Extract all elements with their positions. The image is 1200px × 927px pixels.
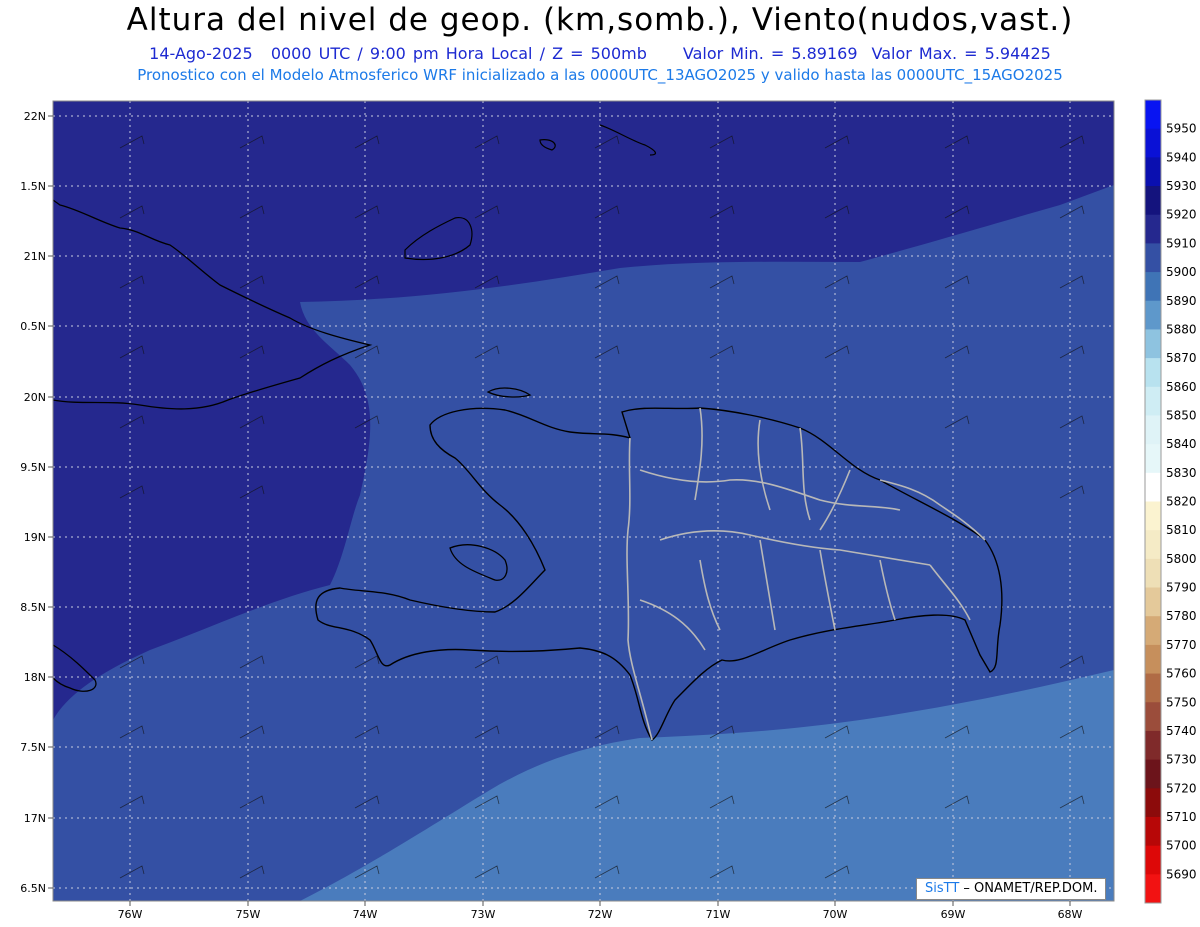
- colorbar-label: 5800: [1166, 552, 1197, 566]
- colorbar-swatch: [1145, 788, 1161, 818]
- colorbar-swatch: [1145, 845, 1161, 875]
- lon-label: 74W: [353, 908, 378, 921]
- colorbar-label: 5810: [1166, 523, 1197, 537]
- colorbar-swatch: [1145, 415, 1161, 445]
- colorbar-swatch: [1145, 186, 1161, 216]
- colorbar-swatch: [1145, 616, 1161, 646]
- colorbar-label: 5780: [1166, 609, 1197, 623]
- colorbar-label: 5730: [1166, 753, 1197, 767]
- colorbar-swatch: [1145, 501, 1161, 531]
- lat-label: 21N: [24, 250, 46, 263]
- colorbar-swatch: [1145, 530, 1161, 560]
- lat-label: 9.5N: [20, 461, 46, 474]
- lon-label: 68W: [1058, 908, 1083, 921]
- colorbar-label: 5700: [1166, 839, 1197, 853]
- colorbar-label: 5870: [1166, 351, 1197, 365]
- colorbar-label: 5930: [1166, 179, 1197, 193]
- credit-box: SisTT – ONAMET/REP.DOM.: [916, 878, 1107, 900]
- lon-label: 73W: [471, 908, 496, 921]
- colorbar-swatch: [1145, 386, 1161, 416]
- colorbar-swatch: [1145, 157, 1161, 187]
- colorbar-label: 5770: [1166, 638, 1197, 652]
- colorbar-label: 5850: [1166, 408, 1197, 422]
- colorbar-label: 5750: [1166, 695, 1197, 709]
- colorbar-swatch: [1145, 300, 1161, 330]
- lat-label: 7.5N: [20, 741, 46, 754]
- colorbar-swatch: [1145, 358, 1161, 388]
- lat-label: 0.5N: [20, 320, 46, 333]
- map-canvas: 22N 1.5N 21N 0.5N 20N 9.5N 19N 8.5N 18N …: [20, 99, 1197, 921]
- colorbar-label: 5820: [1166, 495, 1197, 509]
- colorbar-label: 5760: [1166, 667, 1197, 681]
- lat-label: 22N: [24, 110, 46, 123]
- sistt-logo: SisTT: [925, 881, 960, 896]
- lon-label: 75W: [236, 908, 261, 921]
- lon-label: 69W: [941, 908, 966, 921]
- colorbar-swatch: [1145, 816, 1161, 847]
- colorbar-label: 5740: [1166, 724, 1197, 738]
- colorbar-swatch: [1145, 128, 1161, 158]
- lat-label: 19N: [24, 531, 46, 544]
- colorbar-swatch: [1145, 243, 1161, 273]
- lat-label: 18N: [24, 671, 46, 684]
- colorbar-swatch: [1145, 874, 1161, 904]
- colorbar-label: 5840: [1166, 437, 1197, 451]
- lon-label: 76W: [118, 908, 143, 921]
- colorbar-swatch: [1145, 730, 1161, 761]
- colorbar-swatch: [1145, 702, 1161, 732]
- colorbar-swatch: [1145, 558, 1161, 589]
- lon-label: 71W: [706, 908, 731, 921]
- colorbar-label: 5720: [1166, 781, 1197, 795]
- colorbar-swatch: [1145, 100, 1161, 130]
- colorbar-label: 5920: [1166, 208, 1197, 222]
- lat-label: 20N: [24, 391, 46, 404]
- colorbar: 5950 5940 5930 5920 5910 5900 5890 5880 5870 5860…: [1144, 99, 1197, 904]
- colorbar-label: 5950: [1166, 122, 1197, 136]
- colorbar-label: 5690: [1166, 867, 1197, 881]
- colorbar-swatch: [1145, 272, 1161, 302]
- colorbar-label: 5860: [1166, 380, 1197, 394]
- lat-label: 1.5N: [20, 180, 46, 193]
- colorbar-swatch: [1145, 214, 1161, 244]
- colorbar-label: 5710: [1166, 810, 1197, 824]
- colorbar-swatch: [1145, 444, 1161, 474]
- colorbar-label: 5890: [1166, 294, 1197, 308]
- colorbar-label: 5790: [1166, 581, 1197, 595]
- colorbar-swatch: [1145, 759, 1161, 789]
- lat-label: 6.5N: [20, 882, 46, 895]
- lon-label: 72W: [588, 908, 613, 921]
- colorbar-label: 5910: [1166, 236, 1197, 250]
- lat-label: 17N: [24, 812, 46, 825]
- colorbar-swatch: [1145, 329, 1161, 359]
- colorbar-swatch: [1145, 673, 1161, 703]
- colorbar-label: 5900: [1166, 265, 1197, 279]
- colorbar-label: 5880: [1166, 322, 1197, 336]
- colorbar-label: 5830: [1166, 466, 1197, 480]
- colorbar-swatch: [1145, 472, 1161, 502]
- colorbar-label: 5940: [1166, 150, 1197, 164]
- colorbar-swatch: [1145, 644, 1161, 675]
- credit-text: – ONAMET/REP.DOM.: [959, 881, 1098, 896]
- lat-label: 8.5N: [20, 601, 46, 614]
- lon-label: 70W: [823, 908, 848, 921]
- colorbar-swatch: [1145, 587, 1161, 617]
